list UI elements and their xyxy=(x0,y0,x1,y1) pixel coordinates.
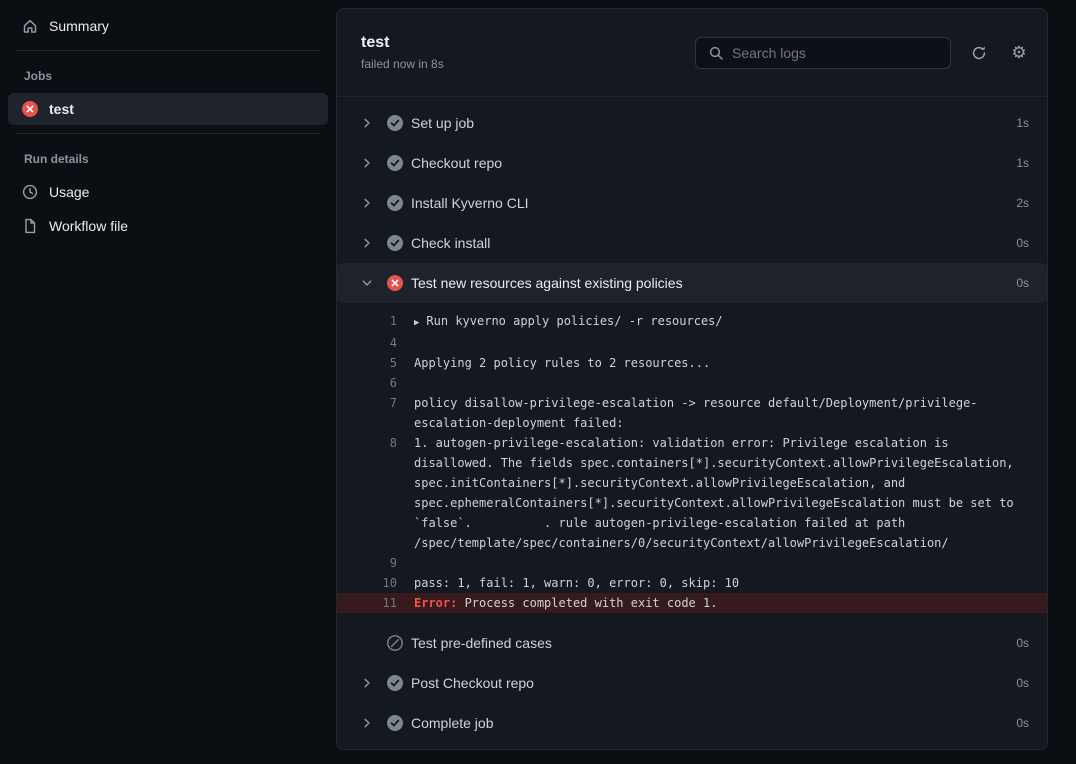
step-label: Install Kyverno CLI xyxy=(411,195,529,211)
step-duration: 0s xyxy=(1016,716,1029,730)
sidebar-job-test[interactable]: test xyxy=(8,93,328,125)
workflow-file-label: Workflow file xyxy=(49,218,128,234)
step-row-install-kyverno-cli[interactable]: Install Kyverno CLI 2s xyxy=(337,183,1047,223)
home-icon xyxy=(22,18,38,34)
log-line-error: 11 Error: Process completed with exit co… xyxy=(337,593,1047,613)
search-icon xyxy=(708,45,724,61)
success-icon xyxy=(387,235,403,251)
chevron-right-icon xyxy=(361,717,373,729)
step-row-check-install[interactable]: Check install 0s xyxy=(337,223,1047,263)
step-row-post-checkout-repo[interactable]: Post Checkout repo 0s xyxy=(337,663,1047,703)
error-message: Process completed with exit code 1. xyxy=(457,596,717,610)
gear-icon: ⚙ xyxy=(1011,43,1026,63)
step-label: Complete job xyxy=(411,715,494,731)
sidebar-divider xyxy=(16,133,320,134)
log-line-number[interactable]: 7 xyxy=(337,393,397,433)
log-line-number[interactable]: 8 xyxy=(337,433,397,553)
success-icon xyxy=(387,155,403,171)
step-log-output: 1 ▶Run kyverno apply policies/ -r resour… xyxy=(337,303,1047,623)
error-prefix: Error: xyxy=(414,596,457,610)
refresh-logs-button[interactable] xyxy=(967,41,991,65)
expand-log-group-icon[interactable]: ▶ xyxy=(414,318,419,328)
step-row-test-new-resources[interactable]: Test new resources against existing poli… xyxy=(337,263,1047,303)
chevron-right-icon xyxy=(361,157,373,169)
job-status-subtitle: failed now in 8s xyxy=(361,57,444,71)
sync-icon xyxy=(971,45,987,61)
log-line-number[interactable]: 9 xyxy=(337,553,397,573)
jobs-section-header: Jobs xyxy=(0,59,336,91)
workflow-file-icon xyxy=(22,218,38,234)
step-duration: 2s xyxy=(1016,196,1029,210)
log-command-text: ▶Run kyverno apply policies/ -r resource… xyxy=(414,311,1029,333)
main-area: test failed now in 8s ⚙ Set up job 1s xyxy=(336,0,1076,764)
log-line: 6 xyxy=(337,373,1047,393)
search-logs-box[interactable] xyxy=(695,37,951,69)
job-title: test xyxy=(361,34,444,52)
log-line-number[interactable]: 1 xyxy=(337,311,397,333)
job-log-card: test failed now in 8s ⚙ Set up job 1s xyxy=(336,8,1048,750)
steps-list: Set up job 1s Checkout repo 1s Install K… xyxy=(337,97,1047,743)
sidebar-item-workflow-file[interactable]: Workflow file xyxy=(8,210,328,242)
run-details-section-header: Run details xyxy=(0,142,336,174)
sidebar-item-summary[interactable]: Summary xyxy=(8,10,328,42)
failed-status-icon xyxy=(22,101,38,117)
success-icon xyxy=(387,195,403,211)
step-duration: 0s xyxy=(1016,676,1029,690)
log-settings-button[interactable]: ⚙ xyxy=(1007,41,1031,65)
success-icon xyxy=(387,115,403,131)
step-duration: 1s xyxy=(1016,116,1029,130)
log-line: 10 pass: 1, fail: 1, warn: 0, error: 0, … xyxy=(337,573,1047,593)
log-line-number[interactable]: 5 xyxy=(337,353,397,373)
step-label: Test pre-defined cases xyxy=(411,635,552,651)
log-line: 1 ▶Run kyverno apply policies/ -r resour… xyxy=(337,311,1047,333)
log-line-number[interactable]: 11 xyxy=(337,593,397,613)
step-row-checkout-repo[interactable]: Checkout repo 1s xyxy=(337,143,1047,183)
chevron-right-icon xyxy=(361,237,373,249)
sidebar-item-usage[interactable]: Usage xyxy=(8,176,328,208)
chevron-right-icon xyxy=(361,677,373,689)
step-label: Post Checkout repo xyxy=(411,675,534,691)
job-header: test failed now in 8s ⚙ xyxy=(337,9,1047,97)
step-duration: 1s xyxy=(1016,156,1029,170)
success-icon xyxy=(387,715,403,731)
chevron-right-icon xyxy=(361,197,373,209)
job-label: test xyxy=(49,101,74,117)
summary-label: Summary xyxy=(49,18,109,34)
clock-icon xyxy=(22,184,38,200)
log-line: 4 xyxy=(337,333,1047,353)
success-icon xyxy=(387,675,403,691)
step-duration: 0s xyxy=(1016,276,1029,290)
step-duration: 0s xyxy=(1016,636,1029,650)
chevron-down-icon xyxy=(361,277,373,289)
step-row-complete-job[interactable]: Complete job 0s xyxy=(337,703,1047,743)
step-row-set-up-job[interactable]: Set up job 1s xyxy=(337,103,1047,143)
usage-label: Usage xyxy=(49,184,89,200)
chevron-right-icon xyxy=(361,117,373,129)
step-label: Test new resources against existing poli… xyxy=(411,275,683,291)
search-logs-input[interactable] xyxy=(732,45,938,61)
step-label: Set up job xyxy=(411,115,474,131)
step-label: Check install xyxy=(411,235,490,251)
sidebar-divider xyxy=(16,50,320,51)
log-line: 9 xyxy=(337,553,1047,573)
sidebar: Summary Jobs test Run details Usage Work… xyxy=(0,0,336,764)
log-line-number[interactable]: 10 xyxy=(337,573,397,593)
log-line: 5 Applying 2 policy rules to 2 resources… xyxy=(337,353,1047,373)
failed-status-icon xyxy=(387,275,403,291)
step-label: Checkout repo xyxy=(411,155,502,171)
step-duration: 0s xyxy=(1016,236,1029,250)
log-line-number[interactable]: 4 xyxy=(337,333,397,353)
log-line: 8 1. autogen-privilege-escalation: valid… xyxy=(337,433,1047,553)
step-row-test-pre-defined-cases[interactable]: Test pre-defined cases 0s xyxy=(337,623,1047,663)
log-line: 7 policy disallow-privilege-escalation -… xyxy=(337,393,1047,433)
skipped-icon xyxy=(387,635,403,651)
log-line-number[interactable]: 6 xyxy=(337,373,397,393)
